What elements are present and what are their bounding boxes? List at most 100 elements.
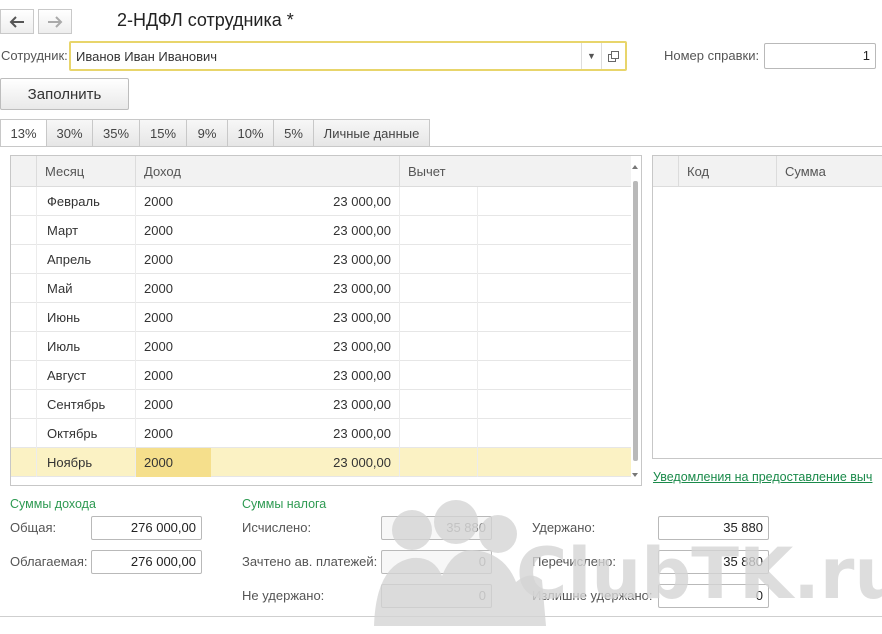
month-cell: Февраль <box>36 187 135 216</box>
table-row[interactable]: Апрель 2000 23 000,00 <box>11 245 631 274</box>
employee-value: Иванов Иван Иванович <box>76 49 218 64</box>
deduction-code-cell <box>399 448 477 477</box>
taxable-field[interactable]: 276 000,00 <box>91 550 202 574</box>
income-amount-cell: 23 000,00 <box>333 426 391 441</box>
income-code-cell: 2000 <box>135 448 211 477</box>
month-cell: Май <box>36 274 135 303</box>
dropdown-icon[interactable]: ▼ <box>581 43 601 69</box>
month-cell: Июнь <box>36 303 135 332</box>
withheld-field[interactable]: 35 880 <box>658 516 769 540</box>
deduction-amount-cell <box>477 419 631 448</box>
income-amount-cell: 23 000,00 <box>333 252 391 267</box>
not-withheld-field[interactable]: 0 <box>381 584 492 608</box>
income-amount-cell: 23 000,00 <box>333 194 391 209</box>
table-row[interactable]: Июль 2000 23 000,00 <box>11 332 631 361</box>
offset-label: Зачтено ав. платежей: <box>242 554 378 569</box>
income-code-cell: 2000 <box>135 274 211 303</box>
tab-35[interactable]: 35% <box>93 119 140 147</box>
tab-personal-data[interactable]: Личные данные <box>314 119 430 147</box>
offset-value: 0 <box>478 554 486 569</box>
income-code-cell: 2000 <box>135 216 211 245</box>
tab-30[interactable]: 30% <box>47 119 93 147</box>
calculated-value: 35 880 <box>446 520 486 535</box>
total-field[interactable]: 276 000,00 <box>91 516 202 540</box>
deduction-code-cell <box>399 303 477 332</box>
open-icon[interactable] <box>601 43 625 69</box>
column-income[interactable]: Доход <box>135 156 399 187</box>
scroll-thumb[interactable] <box>633 181 638 461</box>
income-amount-cell: 23 000,00 <box>333 281 391 296</box>
calculated-label: Исчислено: <box>242 520 312 535</box>
table-header: Месяц Доход Вычет <box>11 156 631 187</box>
deduction-amount-cell <box>477 245 631 274</box>
table-row[interactable]: Август 2000 23 000,00 <box>11 361 631 390</box>
deduction-amount-cell <box>477 274 631 303</box>
fill-button[interactable]: Заполнить <box>0 78 129 110</box>
table-row[interactable]: Октябрь 2000 23 000,00 <box>11 419 631 448</box>
deduction-code-cell <box>399 419 477 448</box>
not-withheld-label: Не удержано: <box>242 588 325 603</box>
tab-10[interactable]: 10% <box>228 119 274 147</box>
table-row[interactable]: Июнь 2000 23 000,00 <box>11 303 631 332</box>
employee-label: Сотрудник: <box>1 48 68 63</box>
deduction-code-cell <box>399 390 477 419</box>
income-amount-cell: 23 000,00 <box>333 339 391 354</box>
cert-number-field[interactable]: 1 <box>764 43 876 69</box>
employee-field[interactable]: Иванов Иван Иванович ▼ <box>69 41 627 71</box>
total-label: Общая: <box>10 520 57 535</box>
column-deduction[interactable]: Вычет <box>399 156 631 187</box>
forward-button[interactable] <box>38 9 72 34</box>
cert-number-value: 1 <box>862 48 870 63</box>
arrow-left-icon <box>9 15 24 28</box>
tab-9[interactable]: 9% <box>187 119 228 147</box>
excess-value: 0 <box>755 588 763 603</box>
bottom-divider <box>0 616 882 617</box>
excess-label: Излишне удержано: <box>532 588 653 603</box>
column-sum[interactable]: Сумма <box>776 156 882 187</box>
page-title: 2-НДФЛ сотрудника * <box>117 10 294 30</box>
calculated-field[interactable]: 35 880 <box>381 516 492 540</box>
arrow-right-icon <box>48 15 63 28</box>
vertical-scrollbar[interactable] <box>631 159 639 481</box>
tab-13[interactable]: 13% <box>0 119 47 147</box>
income-code-cell: 2000 <box>135 419 211 448</box>
deduction-table-header: Код Сумма <box>653 156 882 187</box>
month-cell: Ноябрь <box>36 448 135 477</box>
table-row[interactable]: Сентябрь 2000 23 000,00 <box>11 390 631 419</box>
transferred-value: 35 880 <box>723 554 763 569</box>
month-cell: Апрель <box>36 245 135 274</box>
tab-5[interactable]: 5% <box>274 119 314 147</box>
transferred-field[interactable]: 35 880 <box>658 550 769 574</box>
deduction-code-cell <box>399 361 477 390</box>
scroll-down-icon <box>632 473 638 477</box>
deduction-table: Код Сумма <box>652 155 882 459</box>
deduction-code-cell <box>399 274 477 303</box>
excess-field[interactable]: 0 <box>658 584 769 608</box>
tab-divider <box>0 146 882 147</box>
table-row[interactable]: Май 2000 23 000,00 <box>11 274 631 303</box>
column-code[interactable]: Код <box>678 156 776 187</box>
month-cell: Март <box>36 216 135 245</box>
month-cell: Сентябрь <box>36 390 135 419</box>
deduction-code-cell <box>399 216 477 245</box>
not-withheld-value: 0 <box>478 588 486 603</box>
tax-sums-title: Суммы налога <box>242 497 327 511</box>
income-code-cell: 2000 <box>135 390 211 419</box>
table-row[interactable]: Февраль 2000 23 000,00 <box>11 187 631 216</box>
tab-bar: 13% 30% 35% 15% 9% 10% 5% Личные данные <box>0 119 430 147</box>
withheld-label: Удержано: <box>532 520 596 535</box>
withheld-value: 35 880 <box>723 520 763 535</box>
total-value: 276 000,00 <box>130 520 196 535</box>
income-code-cell: 2000 <box>135 332 211 361</box>
back-button[interactable] <box>0 9 34 34</box>
deduction-code-cell <box>399 187 477 216</box>
income-code-cell: 2000 <box>135 361 211 390</box>
table-row[interactable]: Март 2000 23 000,00 <box>11 216 631 245</box>
tab-15[interactable]: 15% <box>140 119 187 147</box>
offset-field[interactable]: 0 <box>381 550 492 574</box>
table-row[interactable]: Ноябрь 2000 23 000,00 <box>11 448 631 477</box>
notices-link[interactable]: Уведомления на предоставление выч <box>653 470 872 484</box>
deduction-amount-cell <box>477 448 631 477</box>
column-month[interactable]: Месяц <box>36 156 135 187</box>
income-table: Месяц Доход Вычет Февраль 2000 23 000,00 Ма… <box>10 155 642 486</box>
